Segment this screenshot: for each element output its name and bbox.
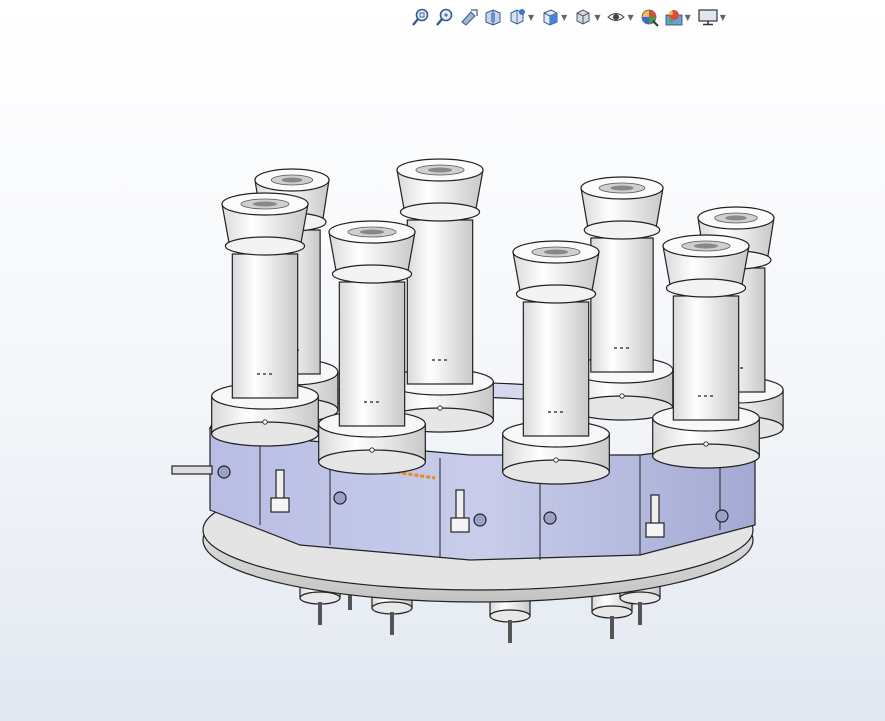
screw-head bbox=[543, 511, 557, 525]
side-pin bbox=[171, 465, 213, 475]
screw-head bbox=[333, 491, 347, 505]
screw-head bbox=[715, 509, 729, 523]
screw-head bbox=[217, 465, 231, 479]
screw-head bbox=[473, 513, 487, 527]
graphics-area[interactable] bbox=[0, 0, 885, 721]
cad-assembly-model[interactable] bbox=[0, 0, 885, 721]
